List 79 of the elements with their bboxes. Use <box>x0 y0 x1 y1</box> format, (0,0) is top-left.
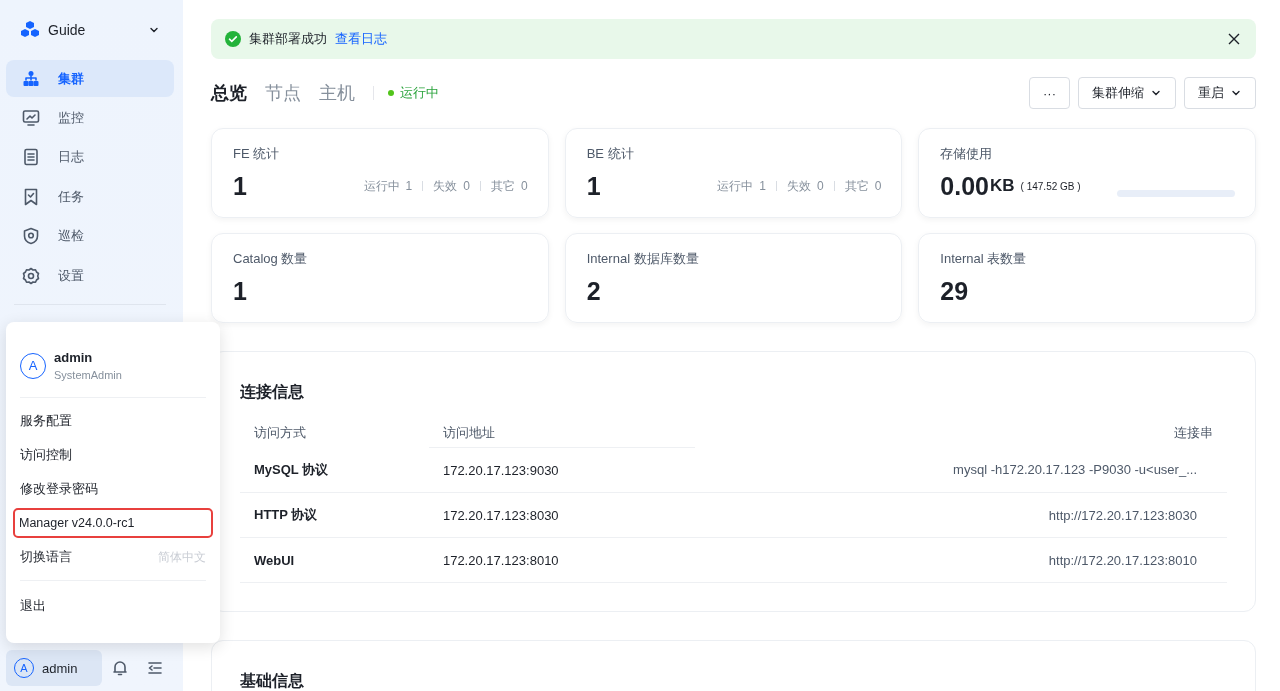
view-log-link[interactable]: 查看日志 <box>335 30 387 48</box>
stat-value: 1 <box>586 171 601 201</box>
nav-item[interactable]: 设置 <box>6 256 174 295</box>
check-circle-icon <box>225 31 241 47</box>
nav-item[interactable]: 监控 <box>6 99 174 137</box>
stat-value: 2 <box>586 276 601 306</box>
stat-total: ( 147.52 GB ) <box>1020 180 1081 192</box>
column-header: 访问方式 <box>240 419 429 448</box>
bookmark-check-icon <box>22 187 40 206</box>
table-cell: mysql -h172.20.17.123 -P9030 -u<user_... <box>694 447 1227 493</box>
table-cell: http://172.20.17.123:8030 <box>694 492 1227 538</box>
bell-icon[interactable] <box>112 660 128 676</box>
dropdown-button[interactable]: 重启 <box>1184 77 1256 109</box>
breakdown-label: 运行中 <box>363 177 400 195</box>
section-title: 基础信息 <box>240 671 305 691</box>
section-title: 连接信息 <box>240 382 305 402</box>
breakdown-label: 其它 <box>490 177 515 195</box>
more-button[interactable]: ··· <box>1029 77 1070 109</box>
menu-item[interactable]: 访问控制 <box>15 438 211 472</box>
column-header: 连接串 <box>694 419 1227 448</box>
breakdown-label: 运行中 <box>717 177 754 195</box>
alert-message: 集群部署成功 <box>249 30 327 48</box>
stat-unit: KB <box>990 176 1015 196</box>
breakdown-value: 0 <box>816 179 824 193</box>
document-icon <box>22 148 40 167</box>
stat-value: 0.00 <box>940 171 989 201</box>
stat-title: Internal 数据库数量 <box>586 250 700 268</box>
stat-title: Catalog 数量 <box>233 250 309 268</box>
breakdown-value: 1 <box>405 179 413 193</box>
column-header: 访问地址 <box>428 419 695 448</box>
menu-item-label: 修改登录密码 <box>20 480 98 498</box>
menu-icon[interactable] <box>147 660 163 676</box>
breakdown-label: 其它 <box>844 177 869 195</box>
table-cell: MySQL 协议 <box>240 447 429 493</box>
user-role: SystemAdmin <box>54 369 122 381</box>
status-label: 运行中 <box>400 84 439 102</box>
breakdown-label: 失效 <box>433 177 458 195</box>
table-cell: 172.20.17.123:8030 <box>428 492 695 538</box>
user-name: admin <box>54 350 94 365</box>
menu-item[interactable]: Manager v24.0.0-rc1 <box>14 509 212 537</box>
nav-item[interactable]: 日志 <box>6 138 174 177</box>
table-cell: http://172.20.17.123:8010 <box>694 537 1227 583</box>
nav-item[interactable]: 集群 <box>6 60 174 98</box>
menu-item[interactable]: 修改登录密码 <box>15 472 211 506</box>
table-cell: 172.20.17.123:8010 <box>428 537 695 583</box>
settings-icon <box>22 266 40 285</box>
cluster-icon <box>22 69 40 88</box>
stat-title: 存储使用 <box>940 145 994 163</box>
table-cell: HTTP 协议 <box>240 492 429 538</box>
breakdown-value: 0 <box>520 179 528 193</box>
nav-item[interactable]: 巡检 <box>6 217 174 255</box>
menu-item[interactable]: 服务配置 <box>15 404 211 438</box>
nav-item[interactable]: 任务 <box>6 178 174 216</box>
stat-title: Internal 表数量 <box>940 250 1028 268</box>
stat-value: 29 <box>940 276 969 306</box>
menu-item-label: 切换语言 <box>20 548 72 566</box>
breakdown-value: 1 <box>759 179 766 193</box>
table-cell: 172.20.17.123:9030 <box>428 447 695 493</box>
stat-title: BE 统计 <box>586 145 635 163</box>
table-cell: WebUI <box>240 537 429 583</box>
cubes-logo-icon <box>20 20 40 40</box>
close-icon[interactable] <box>1228 33 1240 45</box>
menu-item-label: 服务配置 <box>20 412 72 430</box>
breakdown-value: 0 <box>463 179 470 193</box>
menu-item[interactable]: 退出 <box>15 589 211 623</box>
stat-value: 1 <box>233 171 247 201</box>
shield-icon <box>22 227 40 246</box>
project-name: Guide <box>48 22 87 38</box>
menu-item-label: Manager v24.0.0-rc1 <box>19 516 135 530</box>
breakdown-label: 失效 <box>786 177 811 195</box>
menu-item-label: 访问控制 <box>20 446 72 464</box>
user-button[interactable]: A admin <box>6 650 102 686</box>
stat-value: 1 <box>233 276 247 306</box>
breakdown-value: 0 <box>874 179 882 193</box>
stat-title: FE 统计 <box>233 145 281 163</box>
menu-item-label: 退出 <box>20 597 46 615</box>
monitor-icon <box>22 109 40 128</box>
tab[interactable]: 总览 <box>211 81 247 105</box>
dropdown-button[interactable]: 集群伸缩 <box>1078 77 1176 109</box>
